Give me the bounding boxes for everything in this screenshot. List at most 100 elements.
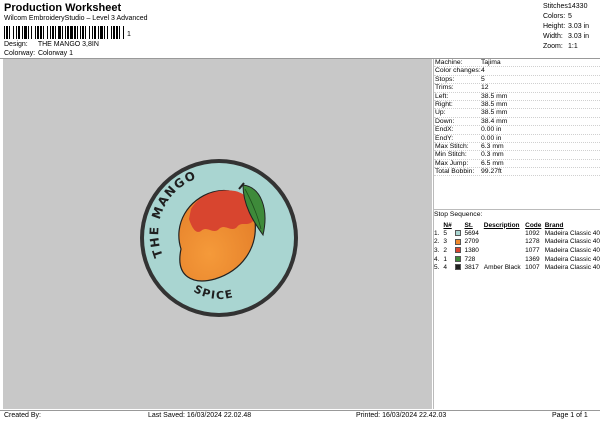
thread-brand: Madeira Classic 40: [544, 238, 600, 246]
info-value: 0.3 mm: [481, 151, 504, 159]
thread-brand: Madeira Classic 40: [544, 229, 600, 237]
stitch-count: 2709: [464, 238, 479, 246]
info-row: EndY: 0.00 in: [434, 135, 600, 143]
design-row: Design: THE MANGO 3,8IN: [4, 41, 99, 48]
thread-color-swatch: [454, 255, 461, 262]
thread-code: 1369: [525, 255, 540, 263]
thread-brand: Madeira Classic 40: [544, 255, 600, 263]
info-value: 12: [481, 84, 489, 92]
needle-number: 5: [443, 229, 448, 237]
thread-description: [484, 229, 525, 238]
stat-width: Width: 3.03 in: [543, 33, 590, 40]
thread-code: 1077: [525, 246, 540, 254]
stop-sequence-divider: [434, 209, 600, 210]
info-row: Trims: 12: [434, 84, 600, 93]
info-row: Max Jump: 6.5 mm: [434, 159, 600, 169]
thread-code: 1092: [525, 229, 540, 237]
footer-divider: [0, 410, 600, 411]
color-swatch: [454, 263, 465, 272]
colorway-value: Colorway 1: [37, 50, 73, 57]
stat-stitches: Stitches: 14330: [543, 3, 588, 10]
info-value: 38.4 mm: [481, 117, 508, 125]
info-value: 0.00 in: [481, 126, 502, 134]
info-label: Down:: [435, 117, 455, 125]
needle-number: 1: [443, 255, 448, 263]
stop-sequence-row: 3. 2 1380 1077 Madeira Classic 40: [434, 246, 600, 255]
stop-index: 4.: [434, 255, 440, 263]
stop-index: 2.: [434, 238, 440, 246]
color-swatch: [454, 246, 465, 255]
info-value: 6.3 mm: [481, 142, 504, 150]
info-label: Left:: [435, 92, 449, 100]
page-title: Production Worksheet: [4, 2, 122, 14]
stop-sequence-header-row: N# St. Description Code Brand: [434, 221, 600, 229]
thread-code: 1278: [525, 238, 540, 246]
thread-description: Amber Black: [483, 264, 521, 272]
info-row: Total Bobbin: 99.27ft: [434, 168, 600, 177]
stop-sequence-row: 5. 4 3817 Amber Black 1007 Madeira Classic 40: [434, 263, 600, 272]
info-row: Max Stitch: 6.3 mm: [434, 142, 600, 152]
needle-number: 2: [443, 246, 448, 254]
info-row: Color changes: 4: [434, 67, 600, 76]
needle-number: 4: [443, 264, 448, 272]
machine-info-panel: Machine: Tajima Color changes: 4 Stops: 5 Trim…: [434, 59, 600, 177]
colorway-label: Colorway:: [4, 50, 36, 57]
info-label: Color changes:: [435, 67, 481, 75]
thread-brand: Madeira Classic 40: [544, 264, 600, 272]
info-row: Stops: 5: [434, 75, 600, 85]
thread-color-swatch: [454, 238, 461, 245]
needle-number: 3: [443, 238, 448, 246]
embroidery-design: THE MANGO SPICE: [140, 159, 298, 317]
thread-brand: Madeira Classic 40: [544, 246, 600, 254]
stop-sequence-row: 4. 1 728 1369 Madeira Classic 40: [434, 255, 600, 264]
info-label: EndX:: [435, 126, 454, 134]
printed-date: Printed: 16/03/2024 22.42.03: [356, 412, 447, 419]
software-name: Wilcom EmbroideryStudio – Level 3 Advanc…: [4, 15, 148, 22]
info-value: 6.5 mm: [481, 159, 504, 167]
col-brand: Brand: [544, 221, 564, 229]
barcode-bar: [124, 26, 126, 39]
col-code: Code: [525, 221, 542, 229]
thread-color-swatch: [454, 247, 461, 254]
color-swatch: [454, 255, 465, 264]
info-row: Up: 38.5 mm: [434, 109, 600, 118]
design-value: THE MANGO 3,8IN: [37, 41, 99, 48]
info-label: Machine:: [435, 59, 463, 66]
info-label: Total Bobbin:: [435, 168, 475, 176]
thread-description: [484, 246, 525, 255]
created-by: Created By:: [4, 412, 41, 419]
stitch-count: 1380: [464, 246, 479, 254]
info-row: EndX: 0.00 in: [434, 126, 600, 135]
info-value: 4: [481, 67, 485, 75]
info-row: Right: 38.5 mm: [434, 100, 600, 110]
info-label: Trims:: [435, 84, 454, 92]
top-stats: Stitches: 14330 Colors: 5 Height: 3.03 in W…: [543, 2, 600, 52]
info-row: Down: 38.4 mm: [434, 117, 600, 127]
col-description: Description: [483, 221, 520, 229]
info-label: Stops:: [435, 75, 455, 83]
stop-index: 1.: [434, 229, 440, 237]
color-swatch: [454, 238, 465, 247]
info-value: 38.5 mm: [481, 92, 508, 100]
stitch-count: 728: [464, 255, 476, 263]
info-row: Left: 38.5 mm: [434, 93, 600, 101]
stat-height: Height: 3.03 in: [543, 23, 590, 30]
col-num: N#: [443, 221, 452, 229]
info-value: 5: [481, 75, 485, 83]
stop-index: 5.: [434, 264, 440, 272]
stat-colors: Colors: 5: [543, 13, 572, 20]
thread-code: 1007: [525, 264, 540, 272]
stop-sequence-title: Stop Sequence:: [434, 211, 483, 218]
col-st: St.: [464, 221, 473, 229]
stop-sequence-table: N# St. Description Code Brand 1. 5 5694 109…: [434, 221, 600, 272]
info-value: 38.5 mm: [481, 100, 508, 108]
last-saved: Last Saved: 16/03/2024 22.02.48: [148, 412, 252, 419]
info-label: Max Stitch:: [435, 142, 469, 150]
info-value: 0.00 in: [481, 134, 502, 142]
info-value: 38.5 mm: [481, 109, 508, 117]
stop-sequence-row: 2. 3 2709 1278 Madeira Classic 40: [434, 238, 600, 247]
info-value: 99.27ft: [481, 168, 502, 176]
barcode: [4, 26, 126, 39]
design-label: Design:: [4, 41, 28, 48]
info-label: Right:: [435, 100, 453, 108]
